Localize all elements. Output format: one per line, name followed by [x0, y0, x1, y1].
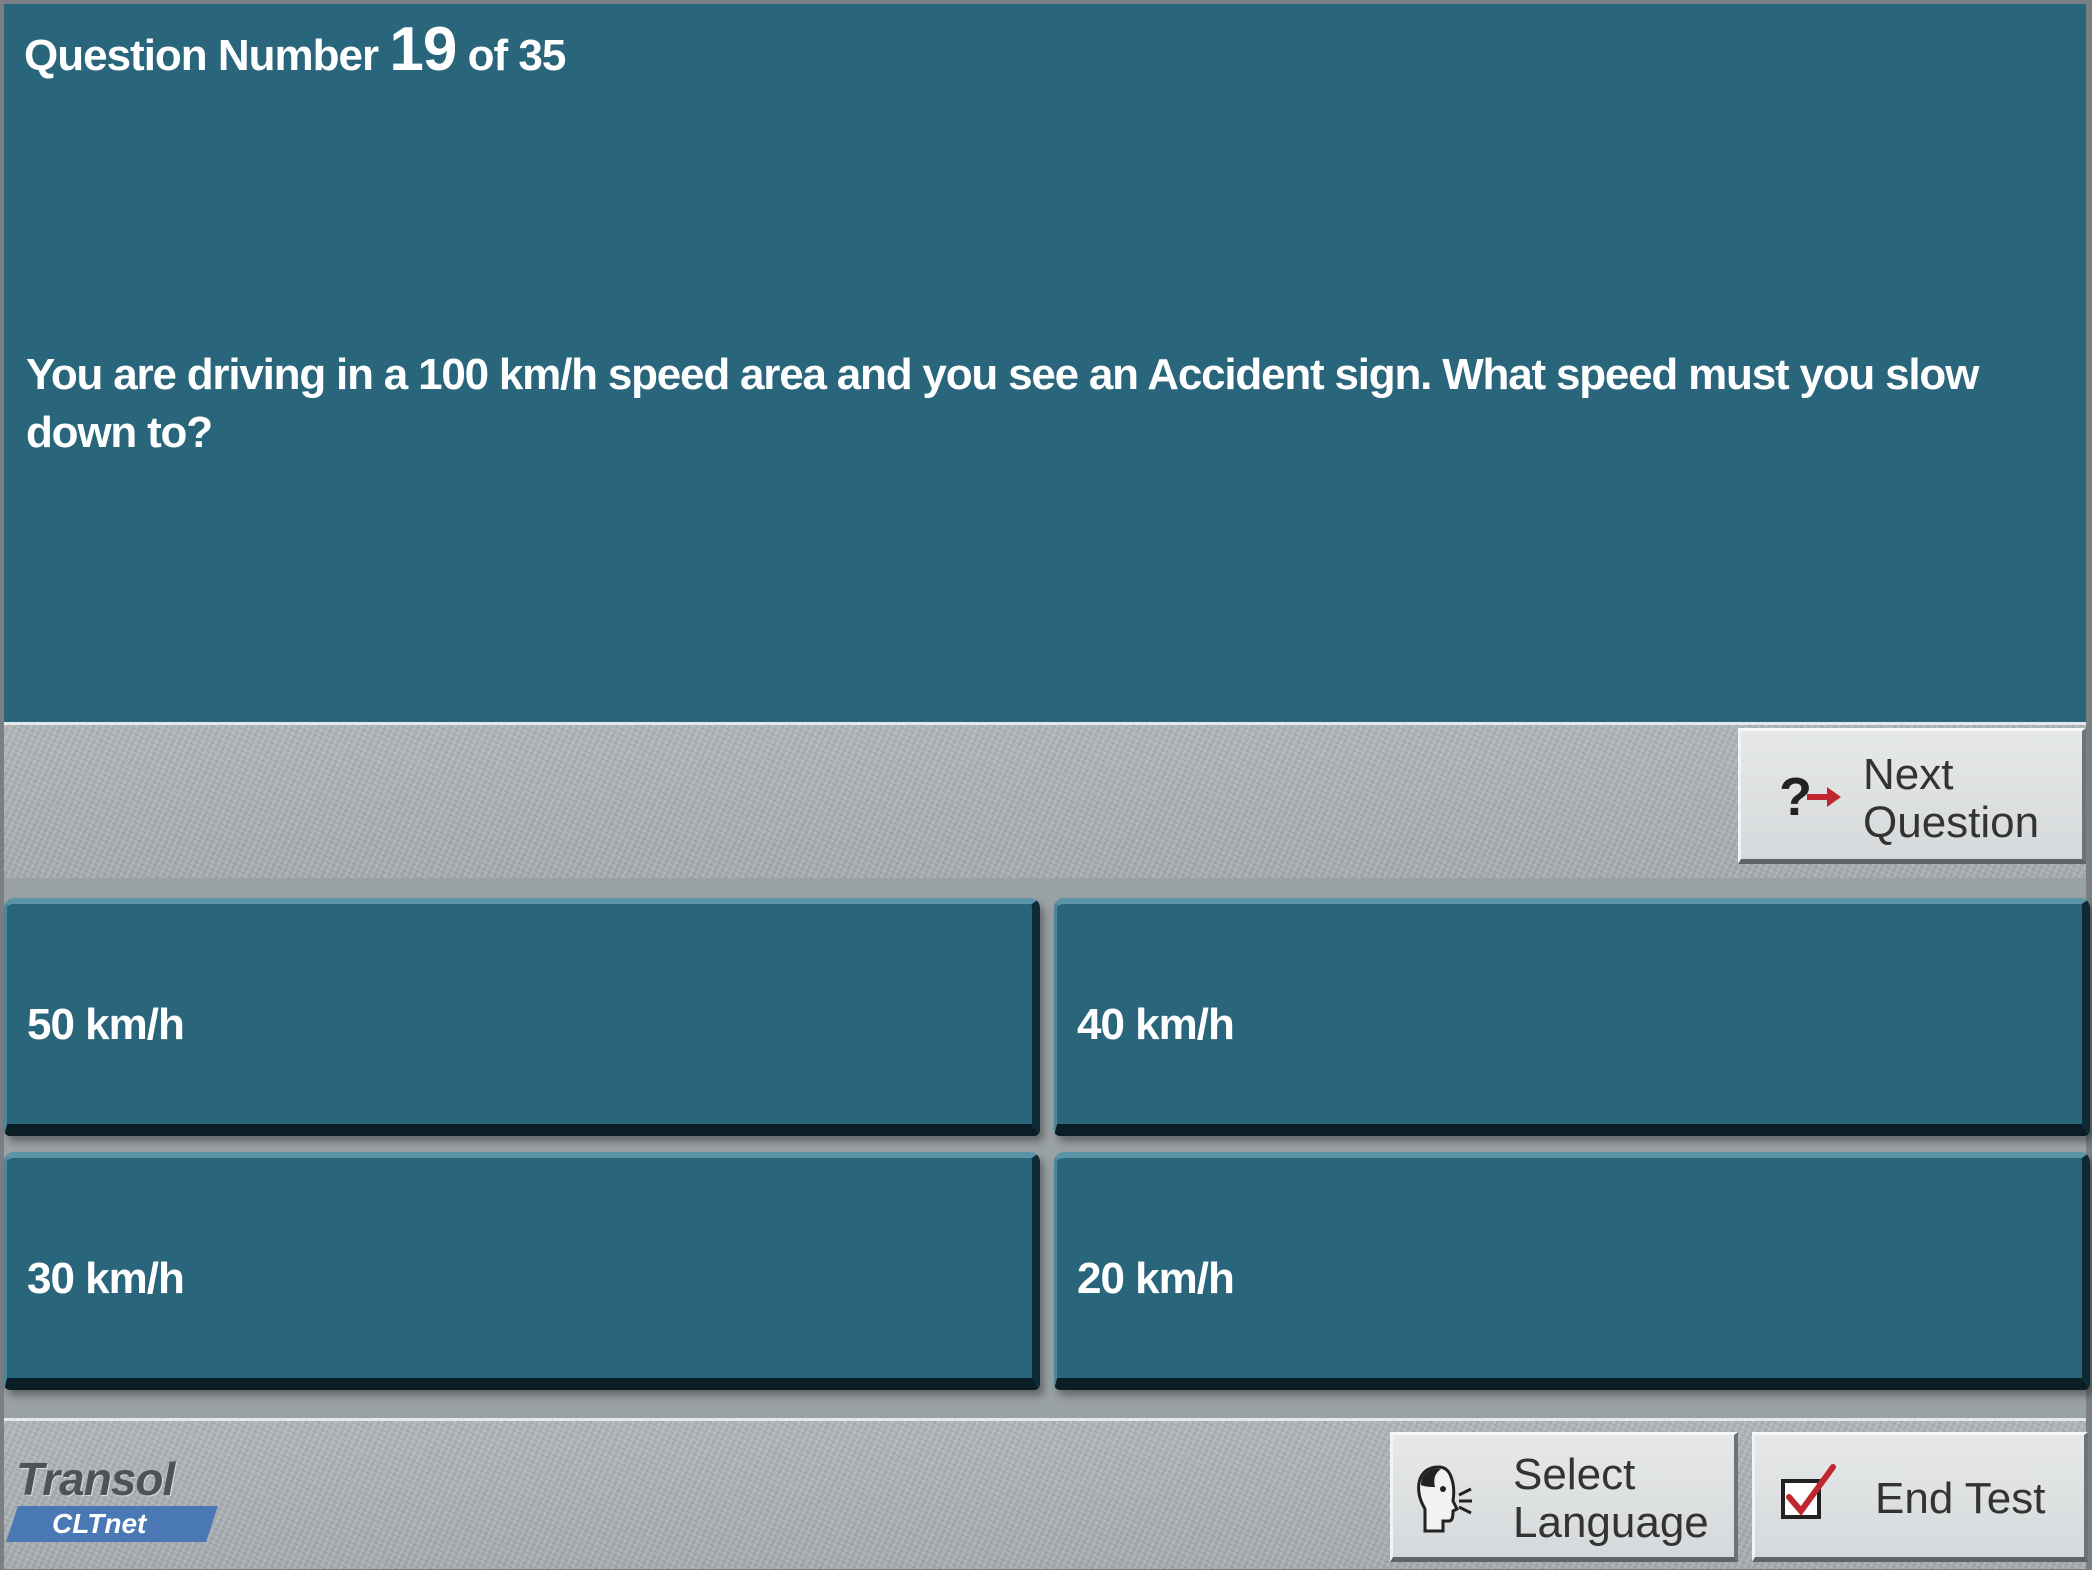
question-panel: Question Number 19 of 35 You are driving…: [4, 4, 2086, 725]
question-text: You are driving in a 100 km/h speed area…: [26, 350, 1979, 457]
question-arrow-icon: ?: [1779, 765, 1851, 835]
transol-logo: Transol CLTnet: [6, 1452, 232, 1552]
select-language-label-line2: Language: [1513, 1498, 1709, 1547]
question-counter-number: 19: [389, 15, 457, 84]
checkbox-tick-icon: [1777, 1463, 1841, 1537]
answer-option-label: 20 km/h: [1077, 1254, 1235, 1303]
select-language-label-line1: Select: [1513, 1450, 1636, 1499]
logo-product: CLTnet: [52, 1508, 147, 1539]
question-counter: Question Number 19 of 35: [24, 14, 567, 85]
answer-option-c[interactable]: 30 km/h: [4, 1152, 1040, 1390]
next-question-label-line2: Question: [1863, 798, 2040, 847]
question-counter-prefix: Question Number: [24, 31, 379, 80]
answer-option-label: 50 km/h: [27, 1000, 185, 1049]
speaking-head-icon: [1409, 1459, 1473, 1549]
next-question-label: Next Question: [1863, 751, 2039, 847]
answer-option-a[interactable]: 50 km/h: [4, 898, 1040, 1136]
end-test-label: End Test: [1875, 1474, 2046, 1523]
end-test-button[interactable]: End Test: [1752, 1432, 2088, 1562]
select-language-button[interactable]: Select Language: [1390, 1432, 1738, 1562]
next-question-label-line1: Next: [1863, 750, 1954, 799]
logo-product-bar: CLTnet: [6, 1506, 218, 1542]
answer-option-label: 30 km/h: [27, 1254, 185, 1303]
next-question-button[interactable]: ? Next Question: [1738, 728, 2086, 864]
answer-option-d[interactable]: 20 km/h: [1054, 1152, 2090, 1390]
answer-option-label: 40 km/h: [1077, 1000, 1235, 1049]
question-counter-suffix: of 35: [467, 31, 567, 80]
logo-brand: Transol: [16, 1453, 175, 1505]
select-language-label: Select Language: [1513, 1451, 1709, 1547]
answer-option-b[interactable]: 40 km/h: [1054, 898, 2090, 1136]
